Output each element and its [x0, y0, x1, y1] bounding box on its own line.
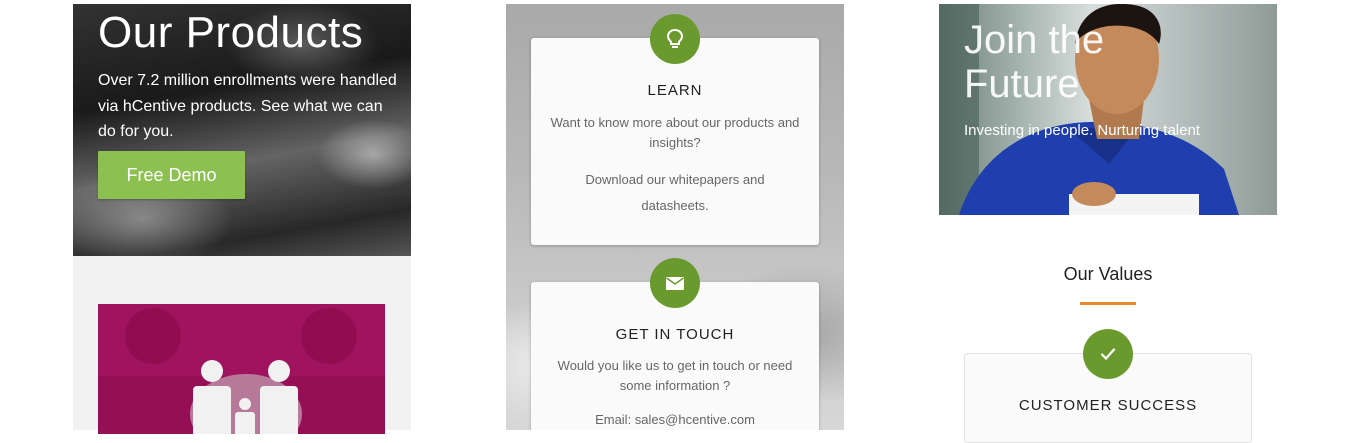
- decor-circle: [125, 308, 181, 364]
- products-description: Over 7.2 million enrollments were handle…: [98, 72, 397, 140]
- free-demo-button[interactable]: Free Demo: [98, 151, 245, 199]
- products-lower-panel: [73, 256, 411, 434]
- careers-column: Join the Future Investing in people. Nur…: [939, 4, 1277, 443]
- person-icon: [268, 360, 290, 382]
- get-in-touch-text: Would you like us to get in touch or nee…: [557, 358, 793, 393]
- envelope-icon: [650, 258, 700, 308]
- customer-success-heading: CUSTOMER SUCCESS: [1018, 397, 1198, 414]
- careers-title: Join the Future: [964, 18, 1105, 106]
- learn-card[interactable]: LEARN Want to know more about our produc…: [531, 38, 819, 245]
- child-icon-body: [235, 412, 255, 434]
- decor-circle: [301, 308, 357, 364]
- get-in-touch-heading: GET IN TOUCH: [615, 326, 735, 343]
- child-icon: [239, 398, 251, 410]
- learn-text: Want to know more about our products and…: [550, 115, 800, 150]
- lightbulb-icon: [650, 14, 700, 64]
- learn-heading: LEARN: [647, 82, 703, 99]
- check-icon: [1083, 329, 1133, 379]
- careers-subtitle: Investing in people. Nurturing talent: [964, 122, 1200, 139]
- whitepapers-link[interactable]: Download our whitepapers and datasheets.: [571, 167, 779, 219]
- person-icon-body: [193, 386, 231, 434]
- person-icon-body: [260, 386, 298, 434]
- values-heading: Our Values: [1063, 264, 1153, 284]
- person-icon: [201, 360, 223, 382]
- products-column: Our Products Over 7.2 million enrollment…: [73, 4, 411, 434]
- people-illustration: [98, 304, 385, 434]
- products-title: Our Products: [98, 8, 364, 57]
- values-underline: [1080, 302, 1136, 305]
- careers-hero: Join the Future Investing in people. Nur…: [939, 4, 1277, 215]
- sales-email-link[interactable]: Email: sales@hcentive.com: [549, 410, 801, 430]
- products-hero: Our Products Over 7.2 million enrollment…: [73, 4, 411, 256]
- engage-column: LEARN Want to know more about our produc…: [506, 4, 844, 430]
